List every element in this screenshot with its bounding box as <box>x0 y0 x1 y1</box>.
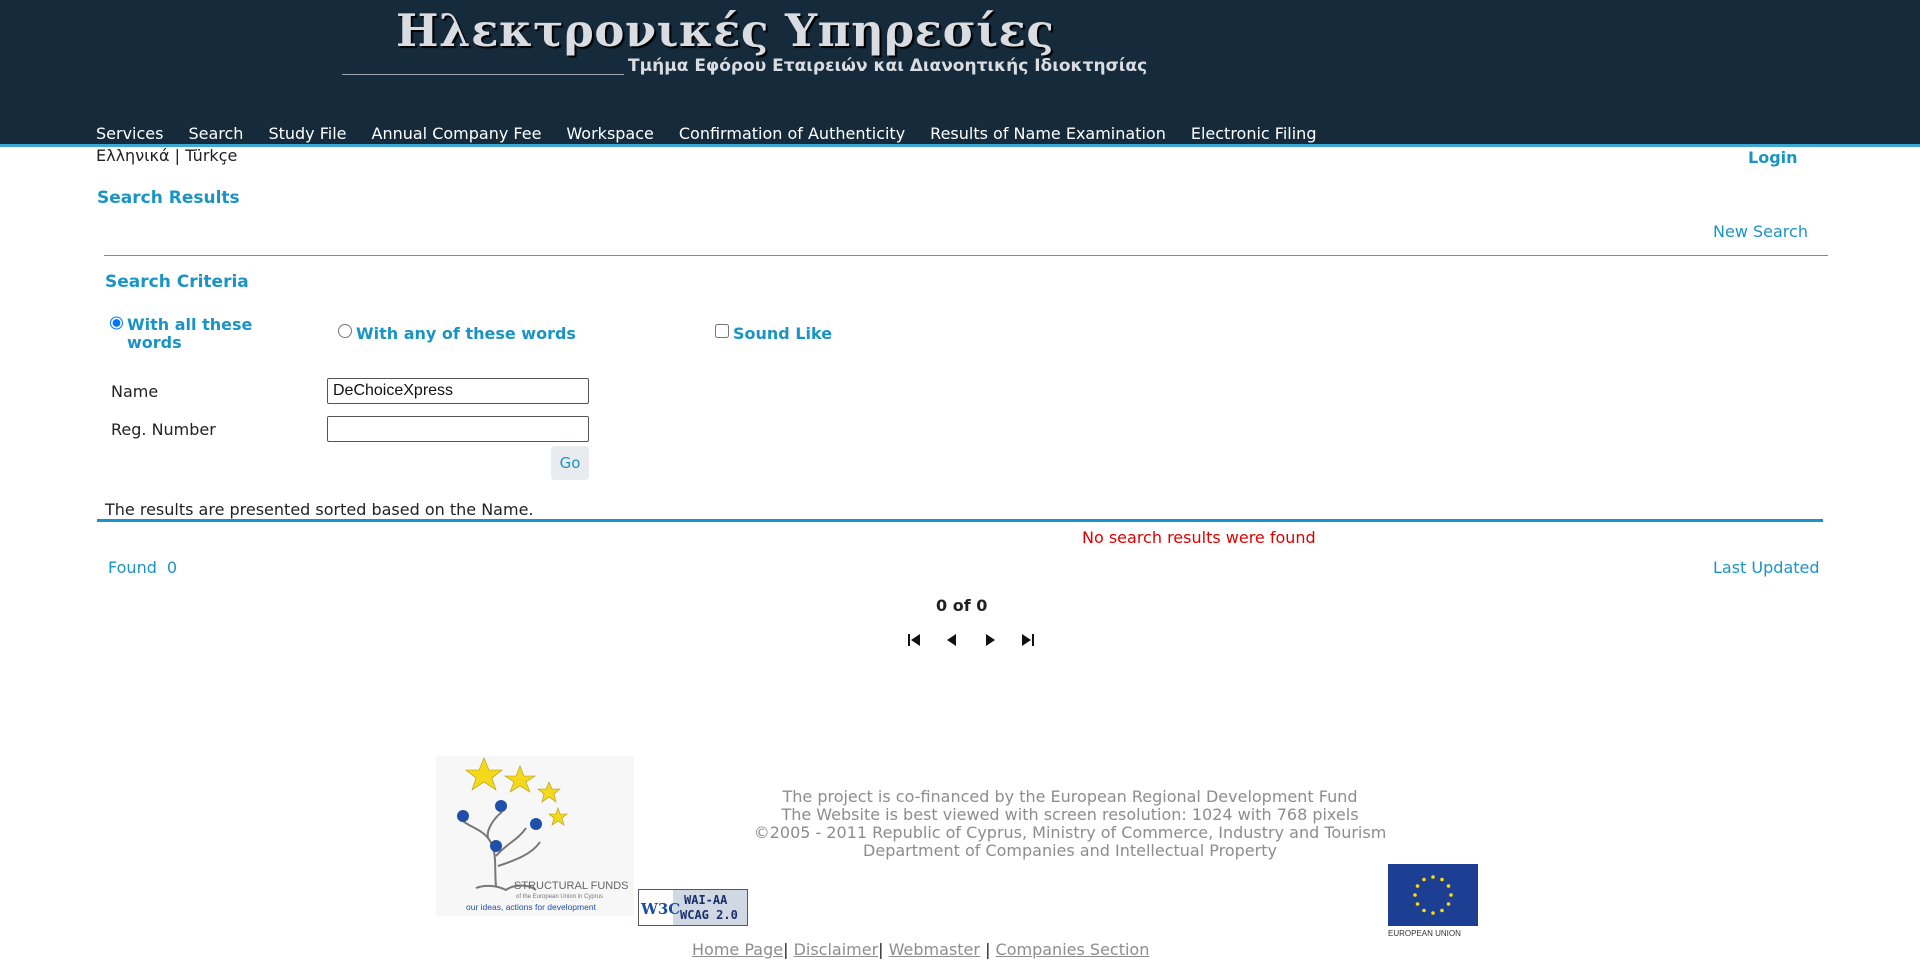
paging-status: 0 of 0 <box>936 596 988 615</box>
site-subtitle: Τμήμα Εφόρου Εταιρειών και Διανοητικής Ι… <box>628 56 1148 76</box>
sorted-note: The results are presented sorted based o… <box>105 500 534 519</box>
sf-logo-sub: of the European Union in Cyprus <box>516 894 603 900</box>
next-page-icon[interactable] <box>971 632 1009 648</box>
last-updated-sort-link[interactable]: Last Updated <box>1713 558 1820 577</box>
nav-results-of-name-examination[interactable]: Results of Name Examination <box>930 124 1166 143</box>
found-value: 0 <box>166 558 178 577</box>
sf-logo-title: STRUCTURAL FUNDS <box>514 880 629 892</box>
language-switcher: Ελληνικά | Türkçe <box>96 146 237 165</box>
eu-label: EUROPEAN UNION <box>1388 929 1461 938</box>
footer-line-copyright: ©2005 - 2011 Republic of Cyprus, Ministr… <box>753 823 1387 842</box>
login-link[interactable]: Login <box>1748 148 1798 167</box>
option-any-words-label: With any of these words <box>356 324 576 343</box>
w3c-label: W3C <box>640 900 680 918</box>
lang-greek-link[interactable]: Ελληνικά <box>96 146 170 165</box>
footer-link-separator: | <box>783 940 789 959</box>
found-label: Found <box>108 558 157 577</box>
sound-like-label: Sound Like <box>733 324 833 343</box>
option-all-words-label: With all these words <box>127 315 253 352</box>
pager <box>895 632 1047 648</box>
footer-link-disclaimer[interactable]: Disclaimer <box>794 940 879 959</box>
option-sound-like[interactable]: Sound Like <box>715 324 832 343</box>
wai-level-label: WAI-AA <box>684 893 728 907</box>
header-underline <box>0 144 1920 147</box>
lang-turkish-link[interactable]: Türkçe <box>185 146 237 165</box>
nav-confirmation-of-authenticity[interactable]: Confirmation of Authenticity <box>679 124 905 143</box>
footer-link-companies-section[interactable]: Companies Section <box>996 940 1150 959</box>
prev-page-icon[interactable] <box>933 632 971 648</box>
first-page-icon[interactable] <box>895 632 933 648</box>
footer-line-department: Department of Companies and Intellectual… <box>863 841 1277 860</box>
wcag-label: WCAG 2.0 <box>680 908 738 922</box>
reg-number-input[interactable] <box>327 416 589 442</box>
main-nav: Services Search Study File Annual Compan… <box>96 124 1341 143</box>
footer-link-home[interactable]: Home Page <box>692 940 783 959</box>
radio-any-words[interactable] <box>338 324 352 338</box>
title-divider <box>342 74 624 75</box>
divider <box>104 255 1828 256</box>
reg-number-label: Reg. Number <box>111 420 216 439</box>
eu-flag-logo: EUROPEAN UNION <box>1388 864 1478 938</box>
no-results-message: No search results were found <box>1082 528 1316 547</box>
found-count: Found 0 <box>108 558 177 577</box>
footer-info: The project is co-financed by the Europe… <box>700 788 1440 860</box>
site-title: Ηλεκτρονικές Υπηρεσίες <box>396 4 1055 57</box>
site-header: Ηλεκτρονικές Υπηρεσίες Τμήμα Εφόρου Εται… <box>0 0 1920 144</box>
wai-aa-badge[interactable]: W3C WAI-AA WCAG 2.0 <box>638 889 748 926</box>
last-page-icon[interactable] <box>1009 632 1047 648</box>
sf-logo-slogan: our ideas, actions for development <box>466 902 597 912</box>
option-all-words[interactable]: With all these words <box>110 316 280 352</box>
nav-electronic-filing[interactable]: Electronic Filing <box>1191 124 1317 143</box>
page-title: Search Results <box>97 188 240 208</box>
nav-services[interactable]: Services <box>96 124 163 143</box>
structural-funds-logo: STRUCTURAL FUNDS of the European Union i… <box>436 756 634 916</box>
footer-link-separator: | <box>878 940 884 959</box>
name-label: Name <box>111 382 159 401</box>
footer-link-separator: | <box>985 940 991 959</box>
footer-link-webmaster[interactable]: Webmaster <box>889 940 980 959</box>
lang-separator: | <box>174 146 180 165</box>
nav-study-file[interactable]: Study File <box>268 124 346 143</box>
nav-workspace[interactable]: Workspace <box>566 124 653 143</box>
new-search-link[interactable]: New Search <box>1713 222 1808 241</box>
footer-line-cofinanced: The project is co-financed by the Europe… <box>782 787 1358 806</box>
nav-search[interactable]: Search <box>188 124 243 143</box>
search-criteria-title: Search Criteria <box>105 272 249 292</box>
name-input[interactable] <box>327 378 589 404</box>
footer-line-resolution: The Website is best viewed with screen r… <box>781 805 1359 824</box>
footer-links: Home Page| Disclaimer| Webmaster | Compa… <box>692 940 1149 959</box>
results-divider <box>97 519 1823 522</box>
checkbox-sound-like[interactable] <box>715 324 729 338</box>
option-any-words[interactable]: With any of these words <box>338 324 576 343</box>
radio-all-words[interactable] <box>110 316 123 330</box>
go-button[interactable]: Go <box>551 446 589 480</box>
nav-annual-company-fee[interactable]: Annual Company Fee <box>372 124 542 143</box>
